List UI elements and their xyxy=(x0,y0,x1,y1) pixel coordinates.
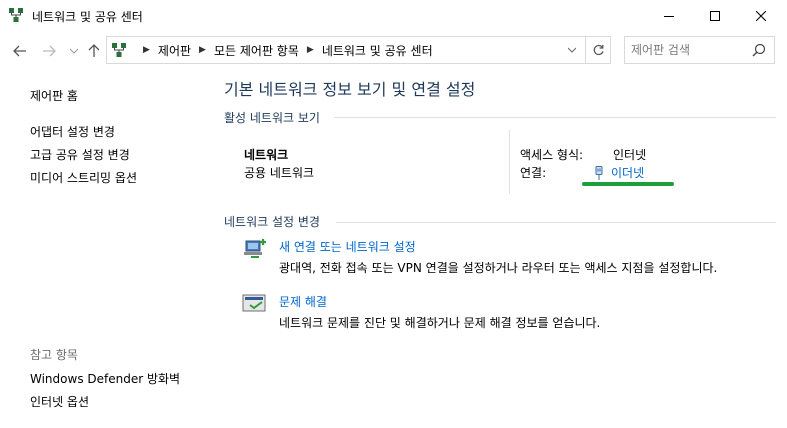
minimize-button[interactable] xyxy=(646,0,692,31)
back-button[interactable] xyxy=(12,43,28,59)
setup-connection-description: 광대역, 전화 접속 또는 VPN 연결을 설정하거나 라우터 또는 액세스 지… xyxy=(279,261,718,275)
up-arrow-icon xyxy=(88,44,100,57)
breadcrumb-chevron-icon[interactable]: ▶ xyxy=(199,45,206,55)
address-dropdown-button[interactable] xyxy=(561,37,583,63)
network-center-icon xyxy=(9,8,23,22)
control-panel-home-link[interactable]: 제어판 홈 xyxy=(30,87,78,104)
sidebar-item-adapter-settings[interactable]: 어댑터 설정 변경 xyxy=(30,123,115,140)
troubleshoot-description: 네트워크 문제를 진단 및 해결하거나 문제 해결 정보를 얻습니다. xyxy=(279,316,601,330)
search-box[interactable] xyxy=(624,36,775,64)
troubleshoot-link[interactable]: 문제 해결 xyxy=(279,293,327,310)
title-bar: 네트워크 및 공유 센터 xyxy=(0,0,787,31)
highlight-underline xyxy=(582,182,674,186)
troubleshoot-icon xyxy=(242,294,266,312)
chevron-down-icon xyxy=(568,47,576,53)
breadcrumb-chevron-icon[interactable]: ▶ xyxy=(307,45,314,55)
maximize-icon xyxy=(710,10,720,21)
see-also-firewall-link[interactable]: Windows Defender 방화벽 xyxy=(30,370,180,387)
access-type-label: 액세스 형식: xyxy=(520,148,584,162)
address-bar[interactable]: ▶ 제어판 ▶ 모든 제어판 항목 ▶ 네트워크 및 공유 센터 xyxy=(106,36,611,64)
forward-arrow-icon xyxy=(43,45,56,57)
vertical-divider xyxy=(509,130,510,194)
connections-label: 연결: xyxy=(520,166,547,180)
section-divider xyxy=(334,117,776,118)
minimize-icon xyxy=(664,15,674,17)
see-also-internet-options-link[interactable]: 인터넷 옵션 xyxy=(30,393,89,410)
breadcrumb-item[interactable]: 네트워크 및 공유 센터 xyxy=(322,42,433,59)
access-type-value: 인터넷 xyxy=(613,148,647,162)
new-connection-icon xyxy=(244,239,266,258)
control-panel-icon xyxy=(112,43,126,57)
search-input[interactable] xyxy=(631,41,746,59)
close-icon xyxy=(756,10,766,21)
breadcrumb-chevron-icon[interactable]: ▶ xyxy=(143,45,150,55)
change-settings-header: 네트워크 설정 변경 xyxy=(224,215,320,229)
breadcrumb-item[interactable]: 모든 제어판 항목 xyxy=(214,42,299,59)
maximize-button[interactable] xyxy=(692,0,738,31)
back-arrow-icon xyxy=(13,45,26,57)
setup-connection-link[interactable]: 새 연결 또는 네트워크 설정 xyxy=(279,238,416,255)
section-divider xyxy=(336,222,776,223)
network-name: 네트워크 xyxy=(244,148,289,162)
page-title: 기본 네트워크 정보 보기 및 연결 설정 xyxy=(224,80,476,99)
network-type-link[interactable]: 공용 네트워크 xyxy=(244,164,314,181)
ethernet-connection-link[interactable]: 이더넷 xyxy=(594,164,644,181)
breadcrumb-item[interactable]: 제어판 xyxy=(158,42,191,59)
sidebar-item-media-streaming[interactable]: 미디어 스트리밍 옵션 xyxy=(30,169,137,186)
close-button[interactable] xyxy=(738,0,784,31)
forward-button[interactable] xyxy=(41,43,57,59)
chevron-down-icon xyxy=(70,48,78,54)
sidebar-item-advanced-sharing[interactable]: 고급 공유 설정 변경 xyxy=(30,146,130,163)
window-title: 네트워크 및 공유 센터 xyxy=(32,10,143,24)
refresh-icon xyxy=(593,44,604,55)
breadcrumb: ▶ 제어판 ▶ 모든 제어판 항목 ▶ 네트워크 및 공유 센터 xyxy=(135,37,433,63)
see-also-header: 참고 항목 xyxy=(30,348,78,362)
search-icon[interactable] xyxy=(752,43,766,57)
active-networks-header: 활성 네트워크 보기 xyxy=(224,111,320,125)
refresh-button[interactable] xyxy=(585,37,611,63)
recent-locations-button[interactable] xyxy=(66,43,82,59)
up-button[interactable] xyxy=(86,43,102,59)
ethernet-plug-icon xyxy=(595,165,603,180)
ethernet-connection-label[interactable]: 이더넷 xyxy=(611,164,644,181)
